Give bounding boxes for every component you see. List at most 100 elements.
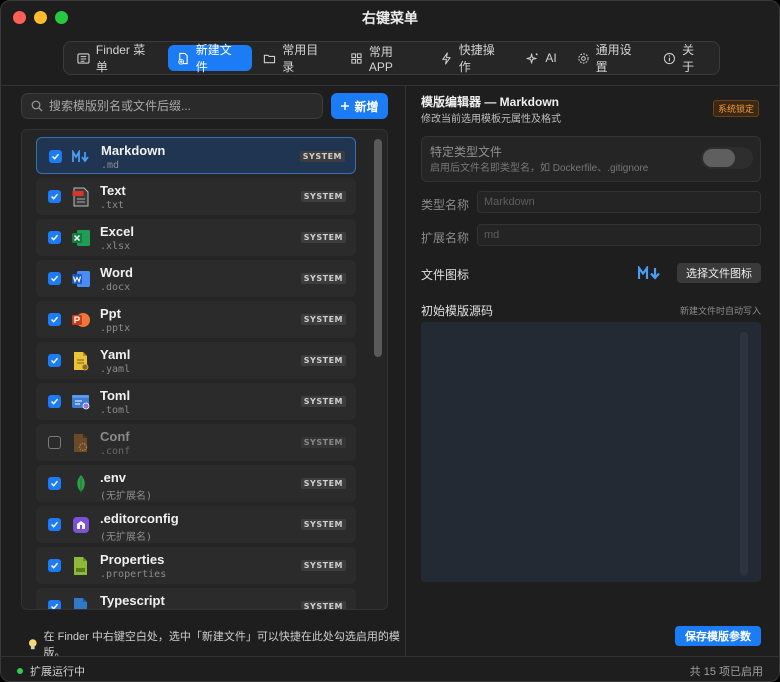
list-item[interactable]: Yaml .yaml SYSTEM — [36, 342, 356, 379]
search-input[interactable] — [49, 99, 309, 113]
system-badge: SYSTEM — [300, 396, 346, 407]
search-box[interactable] — [21, 93, 323, 119]
list-item[interactable]: Excel .xlsx SYSTEM — [36, 219, 356, 256]
add-template-button[interactable]: 新增 — [331, 93, 388, 119]
check-icon — [50, 316, 59, 323]
item-extension: .pptx — [100, 323, 131, 334]
titlebar: 右键菜单 — [1, 1, 779, 35]
check-icon — [50, 521, 59, 528]
markdown-icon — [72, 147, 92, 167]
check-icon — [50, 480, 59, 487]
enable-checkbox[interactable] — [48, 477, 61, 490]
powerpoint-icon — [71, 310, 91, 330]
editor-title: 模版编辑器 — Markdown — [421, 95, 560, 109]
plus-icon — [341, 102, 350, 110]
check-icon — [50, 275, 59, 282]
enable-checkbox[interactable] — [48, 313, 61, 326]
close-window-button[interactable] — [13, 11, 26, 24]
list-item[interactable]: Typescript SYSTEM — [36, 588, 356, 609]
check-icon — [50, 603, 59, 609]
list-scrollbar[interactable] — [374, 139, 382, 357]
word-icon — [71, 269, 91, 289]
enable-checkbox[interactable] — [48, 354, 61, 367]
list-item[interactable]: .editorconfig (无扩展名) SYSTEM — [36, 506, 356, 543]
template-source-editor[interactable] — [421, 322, 761, 582]
tab-about[interactable]: 关于 — [654, 43, 715, 74]
tab-finder-menu[interactable]: Finder 菜单 — [68, 43, 166, 74]
item-extension: .properties — [100, 569, 167, 580]
extension-input[interactable]: md — [477, 224, 761, 246]
list-item[interactable]: Text .txt SYSTEM — [36, 178, 356, 215]
save-template-button[interactable]: 保存模版参数 — [675, 626, 761, 646]
list-item[interactable]: Conf .conf SYSTEM — [36, 424, 356, 461]
item-extension: (无扩展名) — [100, 532, 153, 543]
tab-general-settings[interactable]: 通用设置 — [568, 43, 653, 74]
tab-label: 常用目录 — [282, 43, 319, 74]
special-type-title: 特定类型文件 — [430, 145, 503, 159]
enable-checkbox[interactable] — [48, 518, 61, 531]
enabled-count: 共 15 项已启用 — [689, 666, 763, 678]
enable-checkbox[interactable] — [48, 436, 61, 449]
enable-checkbox[interactable] — [48, 231, 61, 244]
special-type-toggle[interactable] — [701, 147, 753, 169]
tab-common-apps[interactable]: 常用 APP — [341, 44, 429, 74]
tab-label: AI — [545, 51, 557, 65]
item-name: Toml — [100, 388, 131, 403]
source-hint: 新建文件时自动写入 — [679, 306, 761, 316]
extension-label: 扩展名称 — [421, 231, 470, 245]
folder-icon — [264, 54, 276, 63]
type-name-input[interactable]: Markdown — [477, 191, 761, 213]
type-name-label: 类型名称 — [421, 198, 470, 212]
tab-label: 通用设置 — [595, 43, 632, 74]
check-icon — [50, 562, 59, 569]
system-badge: SYSTEM — [300, 314, 346, 325]
txt-file-icon — [71, 187, 91, 207]
item-extension: .toml — [100, 405, 131, 416]
enable-checkbox[interactable] — [48, 600, 61, 609]
list-item[interactable]: .env (无扩展名) SYSTEM — [36, 465, 356, 502]
list-item[interactable]: Ppt .pptx SYSTEM — [36, 301, 356, 338]
system-badge: SYSTEM — [300, 232, 346, 243]
list-item[interactable]: Properties .properties SYSTEM — [36, 547, 356, 584]
tab-label: 关于 — [682, 43, 695, 74]
tab-label: 快捷操作 — [458, 43, 495, 74]
tab-common-folders[interactable]: 常用目录 — [254, 43, 339, 74]
special-type-section: 特定类型文件 启用后文件名即类型名，如 Dockerfile、.gitignor… — [421, 136, 761, 182]
check-icon — [50, 234, 59, 241]
system-badge: SYSTEM — [300, 355, 346, 366]
enable-checkbox[interactable] — [48, 190, 61, 203]
system-badge: SYSTEM — [300, 478, 346, 489]
tab-label: 常用 APP — [368, 44, 393, 74]
item-extension: .md — [101, 160, 120, 171]
info-icon — [664, 52, 676, 64]
item-name: .env — [100, 470, 127, 485]
item-extension: (无扩展名) — [100, 491, 153, 502]
item-name: Word — [100, 265, 133, 280]
tab-quick-actions[interactable]: 快捷操作 — [431, 43, 516, 74]
special-type-description: 启用后文件名即类型名，如 Dockerfile、.gitignore — [430, 163, 649, 174]
status-bar: 扩展运行中 共 15 项已启用 — [1, 656, 779, 681]
system-badge: SYSTEM — [300, 273, 346, 284]
enable-checkbox[interactable] — [48, 559, 61, 572]
system-badge: SYSTEM — [299, 151, 345, 162]
tab-new-file[interactable]: 新建文件 — [167, 43, 253, 74]
list-item[interactable]: Word .docx SYSTEM — [36, 260, 356, 297]
system-badge: SYSTEM — [300, 519, 346, 530]
running-indicator — [17, 668, 23, 674]
list-item[interactable]: Toml .toml SYSTEM — [36, 383, 356, 420]
choose-file-icon-button[interactable]: 选择文件图标 — [677, 263, 761, 283]
item-name: Excel — [100, 224, 134, 239]
tab-ai[interactable]: AI — [517, 45, 565, 71]
enable-checkbox[interactable] — [49, 150, 62, 163]
enable-checkbox[interactable] — [48, 395, 61, 408]
env-leaf-icon — [71, 474, 91, 494]
enable-checkbox[interactable] — [48, 272, 61, 285]
minimize-window-button[interactable] — [34, 11, 47, 24]
list-item[interactable]: Markdown .md SYSTEM — [36, 137, 356, 174]
extension-status-text: 扩展运行中 — [30, 666, 85, 678]
system-badge: SYSTEM — [300, 601, 346, 609]
tab-label: 新建文件 — [195, 43, 232, 74]
source-scrollbar[interactable] — [740, 332, 748, 576]
item-extension: .xlsx — [100, 241, 131, 252]
zoom-window-button[interactable] — [55, 11, 68, 24]
